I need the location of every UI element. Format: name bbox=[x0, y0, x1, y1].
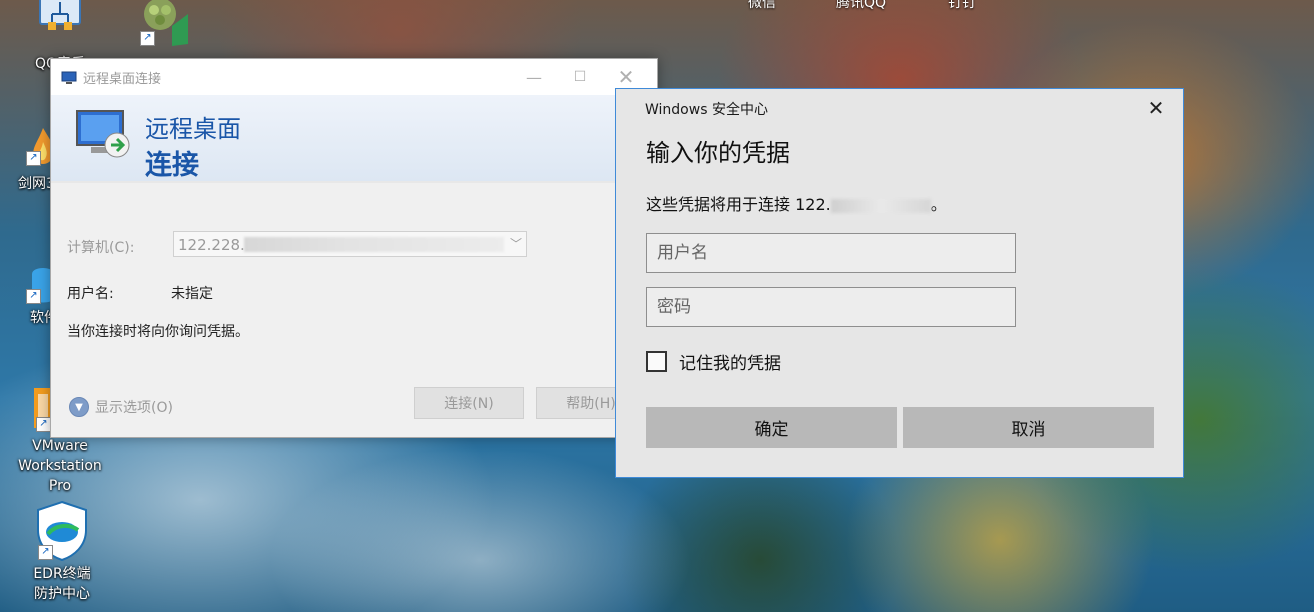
remote-desktop-icon bbox=[61, 70, 77, 84]
maximize-button[interactable]: ☐ bbox=[557, 59, 603, 95]
message-prefix: 这些凭据将用于连接 122. bbox=[646, 195, 831, 214]
shortcut-arrow-icon: ↗ bbox=[140, 31, 155, 46]
desktop-icon-label: EDR终端防护中心 bbox=[33, 566, 91, 602]
shortcut-arrow-icon: ↗ bbox=[38, 545, 53, 560]
rdp-title: 远程桌面连接 bbox=[83, 71, 162, 87]
username-input[interactable] bbox=[647, 234, 1015, 272]
username-value: 未指定 bbox=[171, 286, 213, 302]
computer-value: 122.228.1 bbox=[178, 236, 255, 254]
chevron-down-icon[interactable]: ﹀ bbox=[510, 235, 522, 252]
rdp-window: 远程桌面连接 — ☐ ✕ 远程桌面 连接 计算机(C): 122.228.1 ﹀… bbox=[50, 58, 658, 438]
checkbox-box[interactable] bbox=[646, 351, 667, 372]
dialog-message: 这些凭据将用于连接 122. 。 bbox=[646, 191, 947, 215]
password-input[interactable] bbox=[647, 288, 1015, 326]
ok-button[interactable]: 确定 bbox=[646, 407, 897, 448]
banner-title-line2: 连接 bbox=[145, 150, 199, 181]
connect-button[interactable]: 连接(N) bbox=[414, 387, 524, 419]
username-label: 用户名: bbox=[67, 286, 114, 302]
expand-down-icon: ▼ bbox=[69, 397, 89, 417]
dialog-title: 输入你的凭据 bbox=[646, 139, 790, 167]
redacted-ip bbox=[830, 198, 931, 213]
cancel-button[interactable]: 取消 bbox=[903, 407, 1154, 448]
security-dialog: Windows 安全中心 ✕ 输入你的凭据 这些凭据将用于连接 122. 。 记住… bbox=[615, 88, 1184, 478]
show-options-label: 显示选项(O) bbox=[95, 400, 173, 416]
shield-icon: ↗ bbox=[34, 500, 90, 562]
message-suffix: 。 bbox=[930, 195, 947, 214]
computer-combobox[interactable]: 122.228.1 ﹀ bbox=[173, 231, 527, 257]
password-field[interactable] bbox=[646, 287, 1016, 327]
remember-label: 记住我的凭据 bbox=[679, 354, 781, 374]
desktop-icon-label: VMware Workstation Pro bbox=[18, 438, 102, 494]
remember-checkbox[interactable]: 记住我的凭据 bbox=[646, 349, 781, 374]
desktop-label-qq[interactable]: 腾讯QQ bbox=[836, 0, 886, 12]
desktop-label-wechat[interactable]: 微信 bbox=[748, 0, 776, 12]
desktop-label-dingtalk[interactable]: 钉钉 bbox=[948, 0, 976, 12]
close-icon[interactable]: ✕ bbox=[1141, 95, 1171, 121]
shortcut-arrow-icon: ↗ bbox=[26, 151, 41, 166]
shortcut-arrow-icon: ↗ bbox=[26, 289, 41, 304]
credential-info: 当你连接时将向你询问凭据。 bbox=[67, 324, 249, 340]
redacted-ip bbox=[244, 237, 504, 252]
rdp-banner: 远程桌面 连接 bbox=[51, 95, 657, 183]
minimize-button[interactable]: — bbox=[511, 59, 557, 95]
app-green-icon: ↗ bbox=[136, 0, 192, 48]
desktop-icon-green-app[interactable]: ↗ bbox=[116, 0, 212, 50]
shortcut-arrow-icon: ↗ bbox=[36, 417, 51, 432]
rdp-body: 计算机(C): 122.228.1 ﹀ 用户名: 未指定 当你连接时将向你询问凭… bbox=[51, 183, 657, 437]
username-field[interactable] bbox=[646, 233, 1016, 273]
show-options-toggle[interactable]: ▼ 显示选项(O) bbox=[69, 397, 173, 417]
computer-label: 计算机(C): bbox=[67, 240, 135, 256]
rdp-titlebar[interactable]: 远程桌面连接 — ☐ ✕ bbox=[51, 59, 657, 95]
dialog-header: Windows 安全中心 bbox=[645, 102, 768, 118]
desktop-icon-edr[interactable]: ↗ EDR终端防护中心 bbox=[14, 500, 110, 604]
banner-title-line1: 远程桌面 bbox=[145, 115, 241, 143]
monitor-icon bbox=[73, 105, 133, 165]
network-icon bbox=[36, 0, 84, 40]
